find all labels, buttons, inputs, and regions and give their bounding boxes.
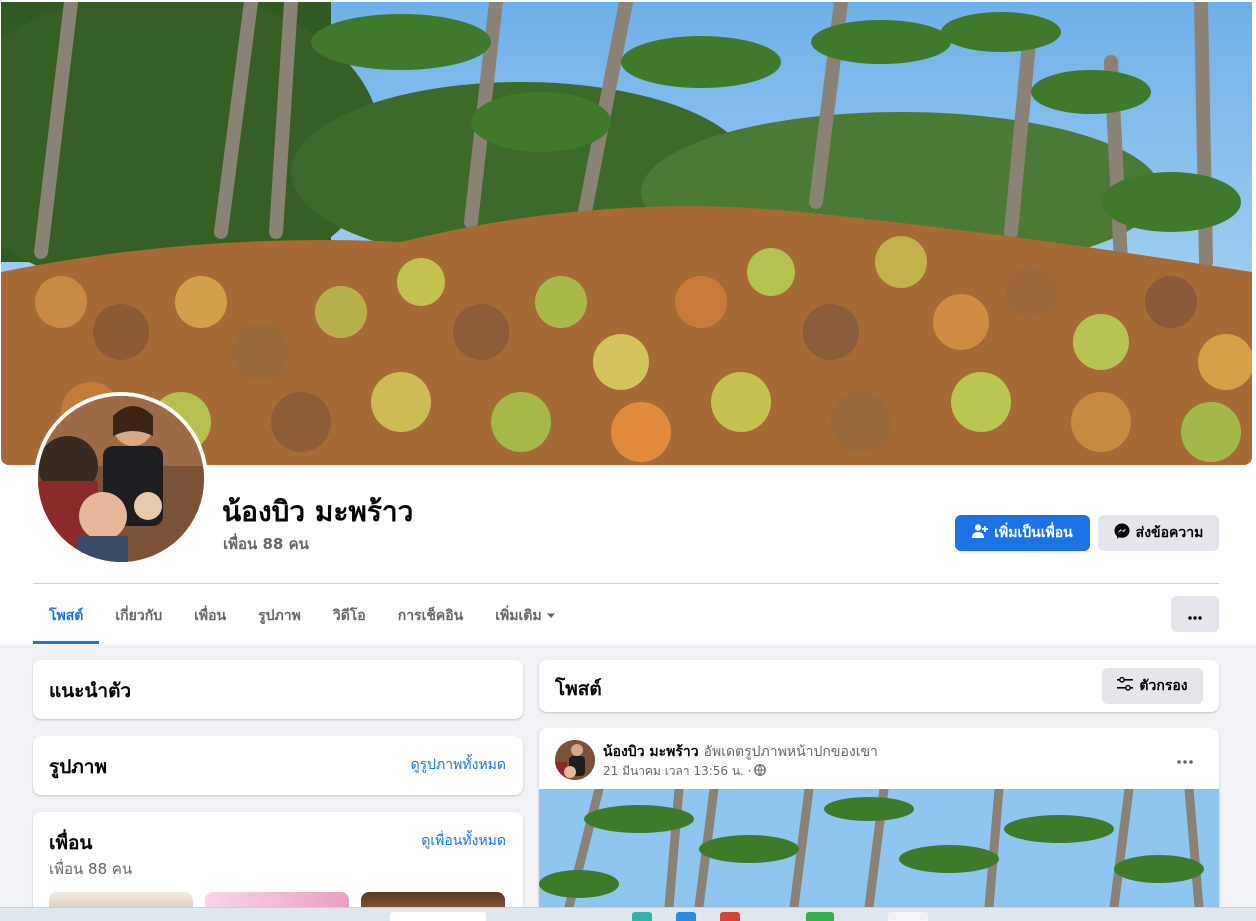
add-friend-label: เพิ่มเป็นเพื่อน [994,525,1073,541]
post-cover-image[interactable] [539,789,1219,907]
taskbar-icon[interactable] [676,912,696,921]
filter-sliders-icon [1117,676,1134,695]
header-divider [33,583,1219,584]
filter-button[interactable]: ตัวกรอง [1102,668,1203,704]
posts-title: โพสต์ [555,678,602,700]
send-message-label: ส่งข้อความ [1135,525,1204,541]
taskbar-icon[interactable] [806,912,834,921]
profile-avatar[interactable] [34,392,208,566]
tab-about[interactable]: เกี่ยวกับ [99,588,178,644]
post-author-name[interactable]: น้องบิว มะพร้าว [603,744,699,760]
profile-header: น้องบิว มะพร้าว เพื่อน 88 คน เพิ่มเป็นเพ… [0,0,1256,645]
tab-videos[interactable]: วิดีโอ [317,588,382,644]
profile-tabs: โพสต์ เกี่ยวกับ เพื่อน รูปภาพ วิดีโอ การ… [33,588,572,644]
messenger-icon [1114,523,1130,543]
send-message-button[interactable]: ส่งข้อความ [1098,515,1219,551]
post-meta: 21 มีนาคม เวลา 13:56 น. · [603,762,767,781]
tab-posts[interactable]: โพสต์ [33,588,100,644]
intro-card: แนะนำตัว [33,660,523,719]
tab-friends[interactable]: เพื่อน [178,588,242,644]
filter-label: ตัวกรอง [1139,678,1188,694]
post-options-button[interactable] [1169,744,1201,772]
more-horizontal-icon [1188,605,1202,624]
tab-about-label: เกี่ยวกับ [115,608,163,624]
os-taskbar [0,907,1256,921]
profile-name: น้องบิว มะพร้าว [222,495,414,528]
person-plus-icon [972,523,989,543]
tab-photos-label: รูปภาพ [258,608,301,624]
friends-card: เพื่อน ดูเพื่อนทั้งหมด เพื่อน 88 คน [33,812,523,912]
tab-checkins[interactable]: การเช็คอิน [382,588,480,644]
photos-card: รูปภาพ ดูรูปภาพทั้งหมด [33,736,523,795]
tab-friends-label: เพื่อน [194,608,227,624]
profile-friend-count[interactable]: เพื่อน 88 คน [223,532,309,556]
profile-more-button[interactable] [1171,596,1219,632]
tab-posts-label: โพสต์ [49,608,84,624]
friends-count: เพื่อน 88 คน [49,860,133,878]
friends-title: เพื่อน [49,832,93,854]
tab-checkins-label: การเช็คอิน [397,608,464,624]
photos-title: รูปภาพ [49,756,107,778]
globe-icon [754,764,767,779]
post-author-avatar[interactable] [555,740,595,780]
post-action-text: อัพเดตรูปภาพหน้าปกของเขา [703,744,878,760]
intro-title: แนะนำตัว [49,680,132,702]
more-horizontal-icon [1177,749,1193,768]
see-all-photos-link[interactable]: ดูรูปภาพทั้งหมด [411,754,506,776]
tab-more-label: เพิ่มเติม [495,608,542,624]
post-timestamp[interactable]: 21 มีนาคม เวลา 13:56 น. · [603,762,751,781]
caret-down-icon [546,608,556,624]
post-header: น้องบิว มะพร้าว อัพเดตรูปภาพหน้าปกของเขา [603,741,878,763]
add-friend-button[interactable]: เพิ่มเป็นเพื่อน [955,515,1090,551]
taskbar-icon[interactable] [632,912,652,921]
taskbar-icon[interactable] [390,912,486,921]
tab-more[interactable]: เพิ่มเติม [479,588,571,644]
taskbar-icon[interactable] [888,912,928,921]
see-all-friends-link[interactable]: ดูเพื่อนทั้งหมด [421,830,506,852]
tab-photos[interactable]: รูปภาพ [242,588,317,644]
taskbar-icon[interactable] [720,912,740,921]
cover-photo[interactable] [1,2,1252,465]
tab-videos-label: วิดีโอ [332,608,366,624]
